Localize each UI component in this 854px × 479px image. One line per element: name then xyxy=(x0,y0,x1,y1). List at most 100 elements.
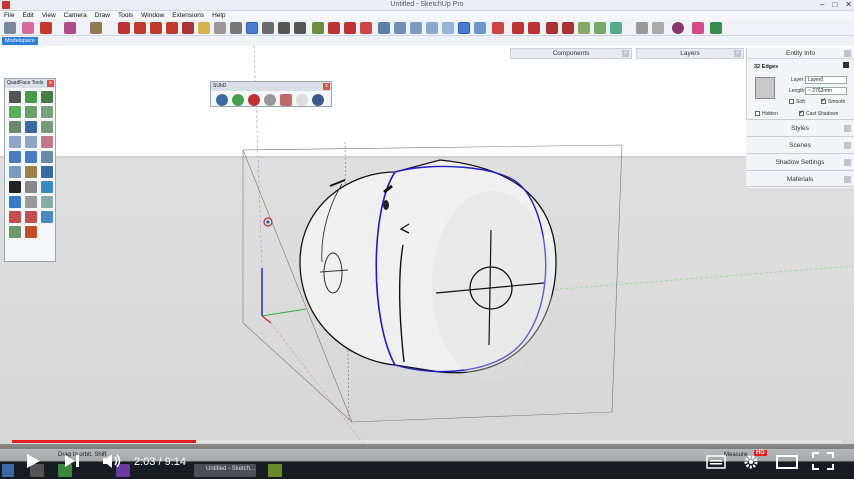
menu-window[interactable]: Window xyxy=(141,11,164,20)
text-tool-icon[interactable] xyxy=(230,22,242,34)
offset-tool-icon[interactable] xyxy=(182,22,194,34)
tab-modelspace[interactable]: Modelspace xyxy=(2,37,38,45)
qf-quad-grid-icon[interactable] xyxy=(41,196,53,208)
volume-icon[interactable] xyxy=(102,453,122,471)
taskbar-lambda-icon[interactable] xyxy=(268,464,282,477)
quadface-title[interactable]: QuadFace Tools x xyxy=(5,79,55,88)
dimension-icon[interactable] xyxy=(214,22,226,34)
close-icon[interactable]: x xyxy=(622,50,629,57)
move-tool-icon[interactable] xyxy=(134,22,146,34)
qf-import-icon[interactable] xyxy=(25,211,37,223)
qf-triangulate-icon[interactable] xyxy=(9,136,21,148)
warehouse-icon[interactable] xyxy=(312,22,324,34)
record-icon[interactable] xyxy=(672,22,684,34)
cast-shadows-checkbox[interactable] xyxy=(799,109,804,117)
qf-sharpen-icon[interactable] xyxy=(9,226,21,238)
qf-line-tool-icon[interactable] xyxy=(9,196,21,208)
section-plane-icon[interactable] xyxy=(492,22,504,34)
eraser-tool-icon[interactable] xyxy=(22,22,34,34)
arc-tool-icon[interactable] xyxy=(64,22,76,34)
back-view-icon[interactable] xyxy=(442,22,454,34)
smooth-checkbox[interactable] xyxy=(821,97,826,105)
drape-tool-icon[interactable] xyxy=(594,22,606,34)
maximize-button[interactable]: □ xyxy=(832,0,837,9)
scenes-tray-header[interactable]: Scenes xyxy=(746,136,854,153)
theater-mode-icon[interactable] xyxy=(776,455,798,471)
zoom-extents-icon[interactable] xyxy=(294,22,306,34)
qf-export-icon[interactable] xyxy=(9,211,21,223)
rotate-tool-icon[interactable] xyxy=(150,22,162,34)
subd-crease-icon[interactable] xyxy=(248,94,260,106)
zoom-tool-icon[interactable] xyxy=(278,22,290,34)
qf-offset-loop-icon[interactable] xyxy=(25,181,37,193)
settings-gear-icon[interactable] xyxy=(742,453,760,473)
tape-measure-icon[interactable] xyxy=(198,22,210,34)
next-button[interactable] xyxy=(64,454,82,470)
menu-camera[interactable]: Camera xyxy=(64,11,87,20)
materials-tray-header[interactable]: Materials xyxy=(746,170,854,187)
play-button[interactable] xyxy=(24,452,42,472)
subd-add-icon[interactable] xyxy=(232,94,244,106)
components-tray-header[interactable]: Components x xyxy=(510,48,632,59)
minimize-button[interactable]: – xyxy=(820,0,824,9)
layer-select[interactable]: Layer0 xyxy=(805,76,847,84)
subd-title[interactable]: SUbD x xyxy=(211,82,331,91)
front-view-icon[interactable] xyxy=(410,22,422,34)
hidden-checkbox[interactable] xyxy=(755,111,760,117)
qf-connect-icon[interactable] xyxy=(9,121,21,133)
qf-region-icon[interactable] xyxy=(41,106,53,118)
styles-tray-header[interactable]: Styles xyxy=(746,119,854,136)
orbit-tool-icon[interactable] xyxy=(246,22,258,34)
qf-shrink-icon[interactable] xyxy=(41,91,53,103)
layers-tray-header[interactable]: Layers x xyxy=(636,48,744,59)
subd-cage-icon[interactable] xyxy=(264,94,276,106)
extension-warehouse-icon[interactable] xyxy=(344,22,356,34)
qf-flip-icon[interactable] xyxy=(41,151,53,163)
qf-grow-icon[interactable] xyxy=(25,91,37,103)
qf-smooth-quads-icon[interactable] xyxy=(41,136,53,148)
close-icon[interactable] xyxy=(844,159,851,166)
qf-unwrap-icon[interactable] xyxy=(41,181,53,193)
solid-subtract-icon[interactable] xyxy=(528,22,540,34)
qf-make-planar-icon[interactable] xyxy=(9,181,21,193)
qf-uv-copy-icon[interactable] xyxy=(25,166,37,178)
sandbox-icon[interactable] xyxy=(546,22,558,34)
menu-draw[interactable]: Draw xyxy=(95,11,110,20)
right-view-icon[interactable] xyxy=(426,22,438,34)
hidden-option[interactable]: Hidden xyxy=(755,111,778,117)
shadow-settings-tray-header[interactable]: Shadow Settings xyxy=(746,153,854,170)
length-field[interactable]: ~ 2762mm xyxy=(805,87,847,95)
menu-tools[interactable]: Tools xyxy=(118,11,133,20)
top-view-icon[interactable] xyxy=(394,22,406,34)
qf-wireframe-icon[interactable] xyxy=(25,196,37,208)
video-progress-bar[interactable] xyxy=(12,440,841,443)
push-pull-icon[interactable] xyxy=(118,22,130,34)
pan-tool-icon[interactable] xyxy=(262,22,274,34)
menu-file[interactable]: File xyxy=(4,11,14,20)
qf-build-ends-icon[interactable] xyxy=(25,151,37,163)
qf-settings-icon[interactable] xyxy=(41,211,53,223)
xray-style-icon[interactable] xyxy=(458,22,470,34)
section-fill-icon[interactable] xyxy=(652,22,664,34)
share-model-icon[interactable] xyxy=(360,22,372,34)
subd-info-icon[interactable] xyxy=(312,94,324,106)
modeling-viewport[interactable] xyxy=(0,46,854,462)
menu-help[interactable]: Help xyxy=(212,11,225,20)
close-icon[interactable]: x xyxy=(734,50,741,57)
fullscreen-icon[interactable] xyxy=(812,452,834,472)
stamp-tool-icon[interactable] xyxy=(578,22,590,34)
solid-union-icon[interactable] xyxy=(512,22,524,34)
soft-option[interactable]: Soft xyxy=(789,99,805,105)
scale-tool-icon[interactable] xyxy=(166,22,178,34)
start-icon[interactable] xyxy=(2,464,14,477)
subd-toggle-icon[interactable] xyxy=(216,94,228,106)
qf-loop-icon[interactable] xyxy=(25,106,37,118)
qf-uv-paste-icon[interactable] xyxy=(41,166,53,178)
subd-weld-icon[interactable] xyxy=(280,94,292,106)
ruby-console-icon[interactable] xyxy=(710,22,722,34)
qf-remove-triangulation-icon[interactable] xyxy=(25,136,37,148)
material-swatch[interactable] xyxy=(755,77,775,99)
menu-view[interactable]: View xyxy=(42,11,56,20)
entity-info-header[interactable]: Entity Info xyxy=(747,48,854,59)
qf-insert-loop-icon[interactable] xyxy=(25,121,37,133)
